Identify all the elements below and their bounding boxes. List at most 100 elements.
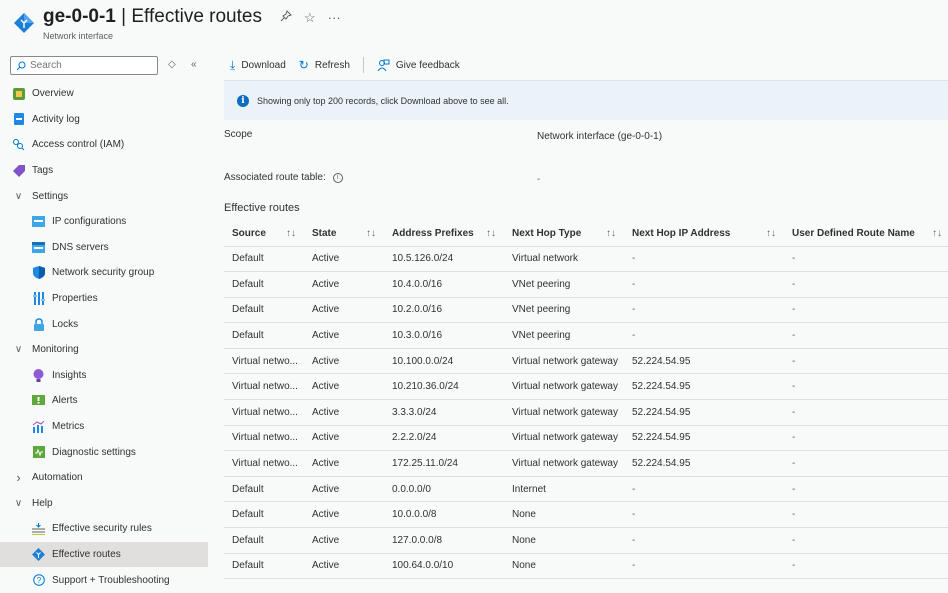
table-row[interactable]: Virtual netwo... Active 10.100.0.0/24 Virtu… <box>224 348 948 375</box>
sidebar-item-label: Settings <box>32 190 69 202</box>
sidebar-item-label: Support + Troubleshooting <box>52 574 170 586</box>
properties-icon <box>32 292 45 306</box>
iam-icon <box>12 138 25 151</box>
table-row[interactable]: Default Active 127.0.0.0/8 None - - <box>224 527 948 554</box>
sidebar-item-label: Effective security rules <box>52 523 152 535</box>
sidebar-item-label: Diagnostic settings <box>52 446 136 458</box>
search-input[interactable] <box>30 60 150 71</box>
cell-user-defined-route-name: - <box>784 450 948 477</box>
diagnostic-icon <box>32 446 45 459</box>
sidebar-item-monitoring[interactable]: ∨ Monitoring <box>0 337 208 363</box>
sidebar-item-label: Tags <box>32 165 54 177</box>
collapse-sidebar-icon[interactable]: « <box>191 59 197 70</box>
table-row[interactable]: Default Active 10.2.0.0/16 VNet peering - - <box>224 297 948 324</box>
sidebar-item-properties[interactable]: Properties <box>0 286 208 312</box>
cell-next-hop-type: Virtual network gateway <box>504 373 624 401</box>
cell-next-hop-ip-address: 52.224.54.95 <box>624 399 784 426</box>
sidebar-item-label: Help <box>32 497 53 509</box>
cell-next-hop-ip-address: 52.224.54.95 <box>624 348 784 375</box>
table-row[interactable]: Default Active 10.0.0.0/8 None - - <box>224 501 948 529</box>
column-header-source[interactable]: Source ↑↓ <box>224 221 304 247</box>
cell-source: Default <box>224 271 304 298</box>
route-table-label: Associated route table: <box>224 172 326 183</box>
filter-toggle-icon[interactable]: ◇ <box>168 59 176 70</box>
sidebar-item-locks[interactable]: Locks <box>0 311 208 337</box>
table-row[interactable]: Virtual netwo... Active 172.25.11.0/24 Virt… <box>224 450 948 477</box>
sort-icon[interactable]: ↑↓ <box>606 228 624 239</box>
sort-icon[interactable]: ↑↓ <box>766 228 784 239</box>
cell-next-hop-ip-address: - <box>624 297 784 324</box>
sidebar-item-alerts[interactable]: Alerts <box>0 388 208 414</box>
cell-user-defined-route-name: - <box>784 527 948 554</box>
pin-icon[interactable] <box>280 10 292 26</box>
sidebar-item-dns-servers[interactable]: DNS servers <box>0 235 208 261</box>
cell-state: Active <box>304 476 384 503</box>
sidebar-item-ip-configurations[interactable]: IP configurations <box>0 209 208 235</box>
cell-address-prefixes: 10.4.0.0/16 <box>384 271 504 298</box>
cell-user-defined-route-name: - <box>784 399 948 426</box>
sidebar-item-activity-log[interactable]: Activity log <box>0 107 208 133</box>
sidebar-item-diagnostic-settings[interactable]: Diagnostic settings <box>0 439 208 465</box>
sidebar-item-network-security-group[interactable]: Network security group <box>0 260 208 286</box>
resource-type: Network interface <box>43 31 114 41</box>
column-label: Next Hop Type <box>512 227 582 239</box>
column-header-state[interactable]: State ↑↓ <box>304 221 384 247</box>
cell-source: Default <box>224 501 304 529</box>
column-header-address-prefixes[interactable]: Address Prefixes ↑↓ <box>384 221 504 247</box>
give-feedback-button[interactable]: Give feedback <box>377 59 460 72</box>
info-banner: i Showing only top 200 records, click Do… <box>224 80 948 120</box>
cell-next-hop-ip-address: 52.224.54.95 <box>624 373 784 401</box>
sort-icon[interactable]: ↑↓ <box>286 228 304 239</box>
sort-icon[interactable]: ↑↓ <box>366 228 384 239</box>
cell-address-prefixes: 3.3.3.0/24 <box>384 399 504 426</box>
cell-user-defined-route-name: - <box>784 348 948 375</box>
cell-next-hop-type: None <box>504 527 624 554</box>
sidebar-item-effective-routes[interactable]: Effective routes <box>0 541 208 568</box>
metrics-icon <box>32 420 45 433</box>
sort-icon[interactable]: ↑↓ <box>932 228 948 239</box>
sidebar-item-tags[interactable]: Tags <box>0 158 208 184</box>
sort-icon[interactable]: ↑↓ <box>486 228 504 239</box>
info-circle-icon[interactable]: i <box>332 172 343 183</box>
refresh-button[interactable]: ↻ Refresh <box>299 58 350 72</box>
sidebar-item-support-troubleshooting[interactable]: ? Support + Troubleshooting <box>0 567 208 593</box>
sidebar-search[interactable] <box>10 56 158 75</box>
column-header-next-hop-ip-address[interactable]: Next Hop IP Address ↑↓ <box>624 221 784 247</box>
cell-state: Active <box>304 373 384 401</box>
cell-address-prefixes: 0.0.0.0/0 <box>384 476 504 503</box>
column-header-user-defined-route-name[interactable]: User Defined Route Name ↑↓ <box>784 221 948 247</box>
sidebar-nav: Overview Activity log Access control (IAM)… <box>0 81 208 593</box>
sidebar-item-insights[interactable]: Insights <box>0 363 208 389</box>
sidebar-item-access-control-iam[interactable]: Access control (IAM) <box>0 132 208 158</box>
table-row[interactable]: Virtual netwo... Active 3.3.3.0/24 Virtual … <box>224 399 948 426</box>
more-options-icon[interactable]: ··· <box>328 10 341 26</box>
table-row[interactable]: Default Active 100.64.0.0/10 None - - <box>224 553 948 580</box>
sidebar-item-overview[interactable]: Overview <box>0 81 208 107</box>
cell-state: Active <box>304 399 384 426</box>
sidebar-item-settings[interactable]: ∨ Settings <box>0 183 208 209</box>
chevron-down-icon: ∨ <box>14 190 23 202</box>
sidebar-item-metrics[interactable]: Metrics <box>0 414 208 440</box>
resource-name: ge-0-0-1 <box>43 6 116 27</box>
download-button[interactable]: ⤓ Download <box>230 58 286 73</box>
sidebar-item-automation[interactable]: › Automation <box>0 465 208 491</box>
table-row[interactable]: Default Active 10.5.126.0/24 Virtual networ… <box>224 246 948 273</box>
column-header-next-hop-type[interactable]: Next Hop Type ↑↓ <box>504 221 624 247</box>
cell-address-prefixes: 10.210.36.0/24 <box>384 373 504 401</box>
cell-next-hop-type: None <box>504 553 624 580</box>
table-row[interactable]: Virtual netwo... Active 2.2.2.0/24 Virtual … <box>224 425 948 452</box>
cell-next-hop-type: Internet <box>504 476 624 503</box>
chevron-down-icon: ∨ <box>14 344 23 356</box>
sidebar-item-help[interactable]: ∨ Help <box>0 491 208 517</box>
refresh-icon: ↻ <box>298 58 309 72</box>
sidebar-item-effective-security-rules[interactable]: Effective security rules <box>0 516 208 542</box>
activity-log-icon <box>12 113 25 126</box>
scope-label: Scope <box>224 129 253 140</box>
table-row[interactable]: Virtual netwo... Active 10.210.36.0/24 Virt… <box>224 373 948 401</box>
table-row[interactable]: Default Active 0.0.0.0/0 Internet - - <box>224 476 948 503</box>
table-row[interactable]: Default Active 10.3.0.0/16 VNet peering - - <box>224 322 948 349</box>
cell-next-hop-type: VNet peering <box>504 297 624 324</box>
table-row[interactable]: Default Active 10.4.0.0/16 VNet peering - - <box>224 271 948 298</box>
favorite-star-icon[interactable]: ☆ <box>304 10 316 26</box>
chevron-down-icon: ∨ <box>14 497 23 509</box>
